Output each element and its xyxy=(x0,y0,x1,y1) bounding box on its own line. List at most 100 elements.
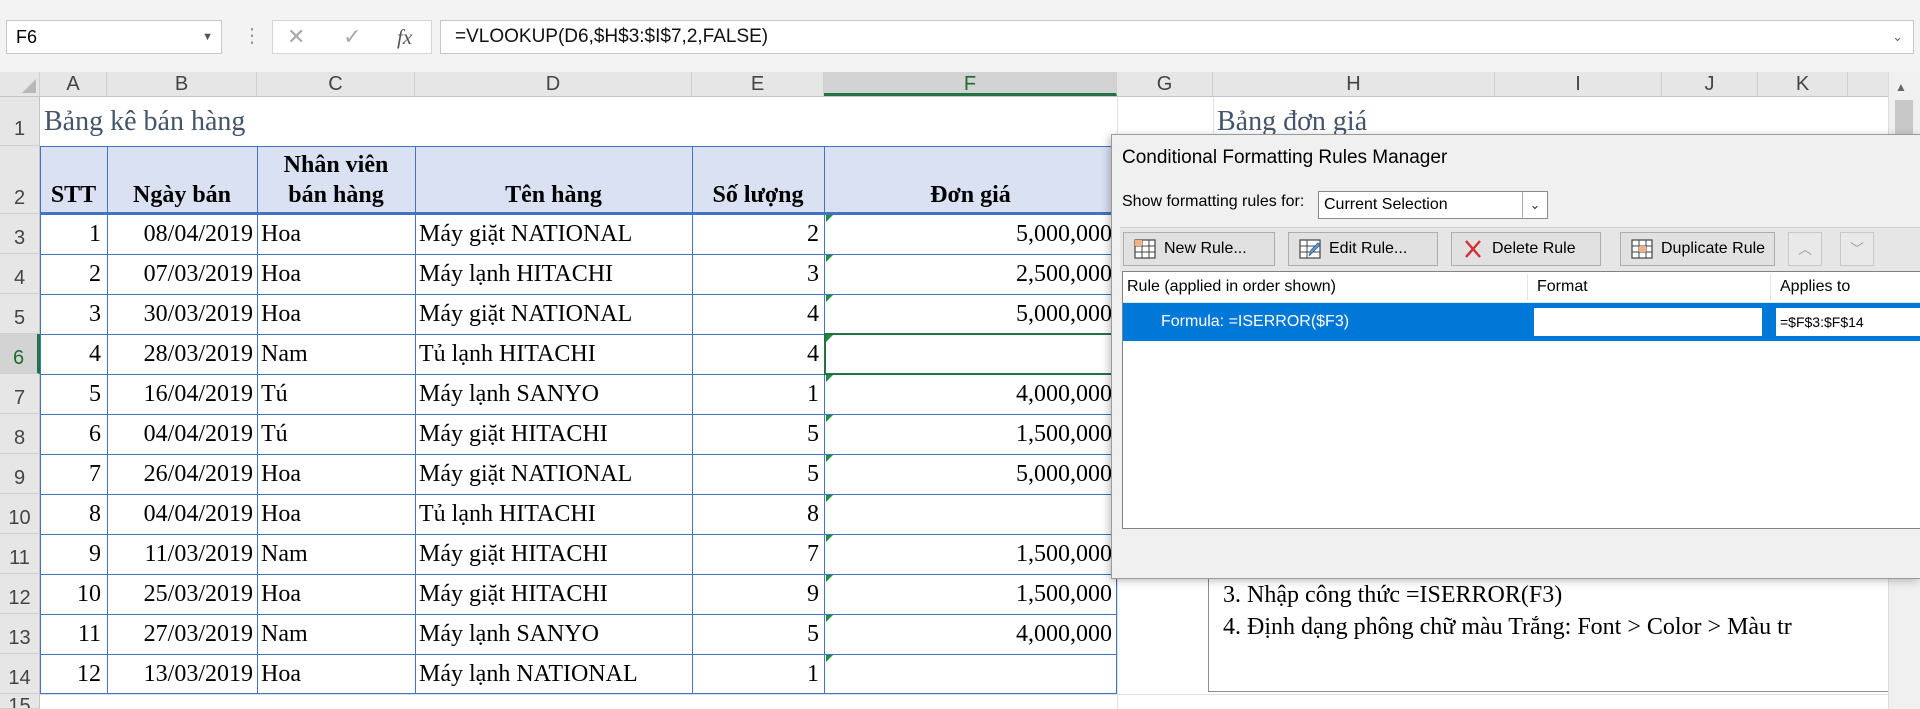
cell-stt[interactable]: 8 xyxy=(40,501,101,528)
delete-rule-button[interactable]: Delete Rule xyxy=(1451,232,1601,266)
cell-ngay-ban[interactable]: 11/03/2019 xyxy=(107,541,253,568)
select-all-button[interactable] xyxy=(0,72,40,96)
column-header-j[interactable]: J xyxy=(1662,72,1758,96)
cell-stt[interactable]: 12 xyxy=(40,661,101,688)
new-rule-button[interactable]: New Rule... xyxy=(1123,232,1275,266)
cell-ngay-ban[interactable]: 04/04/2019 xyxy=(107,501,253,528)
rule-row-selected[interactable]: Formula: =ISERROR($F3) =$F$3:$F$14 xyxy=(1123,303,1920,341)
cell-so-luong[interactable]: 5 xyxy=(692,461,819,488)
move-up-button[interactable]: ︿ xyxy=(1788,232,1822,266)
cell-so-luong[interactable]: 4 xyxy=(692,341,819,368)
cell-nhan-vien[interactable]: Tú xyxy=(261,421,288,448)
row-header-14[interactable]: 14 xyxy=(0,654,40,694)
row-header-9[interactable]: 9 xyxy=(0,454,40,494)
expand-formula-icon[interactable]: ⌄ xyxy=(1892,21,1903,53)
edit-rule-button[interactable]: Edit Rule... xyxy=(1288,232,1438,266)
row-header-5[interactable]: 5 xyxy=(0,294,40,334)
header-ten-hang[interactable]: Tên hàng xyxy=(415,182,692,209)
cell-nhan-vien[interactable]: Nam xyxy=(261,621,308,648)
cell-ngay-ban[interactable]: 27/03/2019 xyxy=(107,621,253,648)
row-header-11[interactable]: 11 xyxy=(0,534,40,574)
cell-ngay-ban[interactable]: 13/03/2019 xyxy=(107,661,253,688)
cell-don-gia[interactable]: 1,500,000 xyxy=(824,541,1112,568)
column-applies-to[interactable]: Applies to xyxy=(1780,278,1850,296)
cell-nhan-vien[interactable]: Nam xyxy=(261,541,308,568)
cell-ten-hang[interactable]: Máy giặt NATIONAL xyxy=(419,461,632,488)
cell-stt[interactable]: 7 xyxy=(40,461,101,488)
chevron-down-icon[interactable]: ⌄ xyxy=(1522,192,1547,218)
row-header-8[interactable]: 8 xyxy=(0,414,40,454)
cell-don-gia[interactable]: 5,000,000 xyxy=(824,221,1112,248)
cell-nhan-vien[interactable]: Hoa xyxy=(261,581,301,608)
column-format[interactable]: Format xyxy=(1537,278,1588,296)
cell-ngay-ban[interactable]: 04/04/2019 xyxy=(107,421,253,448)
cell-don-gia[interactable]: 4,000,000 xyxy=(824,381,1112,408)
cell-stt[interactable]: 3 xyxy=(40,301,101,328)
row-header-7[interactable]: 7 xyxy=(0,374,40,414)
cell-ten-hang[interactable]: Máy giặt NATIONAL xyxy=(419,301,632,328)
cell-ten-hang[interactable]: Máy lạnh SANYO xyxy=(419,621,599,648)
column-header-e[interactable]: E xyxy=(692,72,824,96)
show-rules-select[interactable]: Current Selection ⌄ xyxy=(1318,191,1548,219)
applies-to-input[interactable]: =$F$3:$F$14 xyxy=(1776,308,1920,336)
column-header-c[interactable]: C xyxy=(257,72,415,96)
cell-so-luong[interactable]: 2 xyxy=(692,221,819,248)
scroll-up-icon[interactable]: ▲ xyxy=(1895,80,1907,94)
cell-stt[interactable]: 5 xyxy=(40,381,101,408)
cell-nhan-vien[interactable]: Hoa xyxy=(261,661,301,688)
cell-ngay-ban[interactable]: 16/04/2019 xyxy=(107,381,253,408)
cell-don-gia[interactable]: 1,500,000 xyxy=(824,421,1112,448)
cell-stt[interactable]: 11 xyxy=(40,621,101,648)
cell-so-luong[interactable]: 8 xyxy=(692,501,819,528)
column-header-k[interactable]: K xyxy=(1758,72,1848,96)
cell-so-luong[interactable]: 7 xyxy=(692,541,819,568)
column-header-d[interactable]: D xyxy=(415,72,692,96)
column-header-a[interactable]: A xyxy=(40,72,107,96)
cell-don-gia[interactable]: 2,500,000 xyxy=(824,261,1112,288)
row-header-1[interactable]: 1 xyxy=(0,97,40,146)
cell-stt[interactable]: 2 xyxy=(40,261,101,288)
cell-ngay-ban[interactable]: 07/03/2019 xyxy=(107,261,253,288)
header-so-luong[interactable]: Số lượng xyxy=(692,182,824,209)
row-header-13[interactable]: 13 xyxy=(0,614,40,654)
cell-nhan-vien[interactable]: Hoa xyxy=(261,221,301,248)
cell-nhan-vien[interactable]: Hoa xyxy=(261,301,301,328)
column-header-f[interactable]: F xyxy=(824,72,1117,96)
cell-so-luong[interactable]: 1 xyxy=(692,381,819,408)
cell-don-gia[interactable]: 5,000,000 xyxy=(824,461,1112,488)
active-cell-f6[interactable] xyxy=(824,333,1117,375)
name-box[interactable]: F6 ▼ xyxy=(6,20,222,54)
chevron-down-icon[interactable]: ▼ xyxy=(202,21,213,53)
cell-stt[interactable]: 1 xyxy=(40,221,101,248)
cell-don-gia[interactable]: 5,000,000 xyxy=(824,301,1112,328)
row-header-15[interactable]: 15 xyxy=(0,694,40,709)
cell-stt[interactable]: 10 xyxy=(40,581,101,608)
cell-ten-hang[interactable]: Máy lạnh NATIONAL xyxy=(419,661,638,688)
cell-so-luong[interactable]: 9 xyxy=(692,581,819,608)
row-header-6[interactable]: 6 xyxy=(0,334,40,374)
cell-ngay-ban[interactable]: 08/04/2019 xyxy=(107,221,253,248)
cell-nhan-vien[interactable]: Hoa xyxy=(261,501,301,528)
cell-nhan-vien[interactable]: Hoa xyxy=(261,261,301,288)
cell-ten-hang[interactable]: Máy giặt NATIONAL xyxy=(419,221,632,248)
cell-ten-hang[interactable]: Máy giặt HITACHI xyxy=(419,581,608,608)
move-down-button[interactable]: ﹀ xyxy=(1840,232,1874,266)
cancel-icon[interactable]: ✕ xyxy=(287,21,305,53)
row-header-3[interactable]: 3 xyxy=(0,214,40,254)
cell-ngay-ban[interactable]: 30/03/2019 xyxy=(107,301,253,328)
cell-nhan-vien[interactable]: Tú xyxy=(261,381,288,408)
row-header-2[interactable]: 2 xyxy=(0,146,40,214)
column-header-g[interactable]: G xyxy=(1117,72,1213,96)
cell-stt[interactable]: 6 xyxy=(40,421,101,448)
formula-input[interactable]: =VLOOKUP(D6,$H$3:$I$7,2,FALSE) ⌄ xyxy=(440,20,1914,54)
header-ngay-ban[interactable]: Ngày bán xyxy=(107,182,257,209)
column-header-h[interactable]: H xyxy=(1213,72,1495,96)
column-rule[interactable]: Rule (applied in order shown) xyxy=(1127,278,1336,296)
cell-so-luong[interactable]: 5 xyxy=(692,421,819,448)
header-stt[interactable]: STT xyxy=(40,182,107,209)
header-nhan-vien-line1[interactable]: Nhân viên xyxy=(257,152,415,179)
cell-ten-hang[interactable]: Tủ lạnh HITACHI xyxy=(419,501,596,528)
cell-ten-hang[interactable]: Máy giặt HITACHI xyxy=(419,421,608,448)
cell-ten-hang[interactable]: Máy giặt HITACHI xyxy=(419,541,608,568)
column-header-i[interactable]: I xyxy=(1495,72,1662,96)
